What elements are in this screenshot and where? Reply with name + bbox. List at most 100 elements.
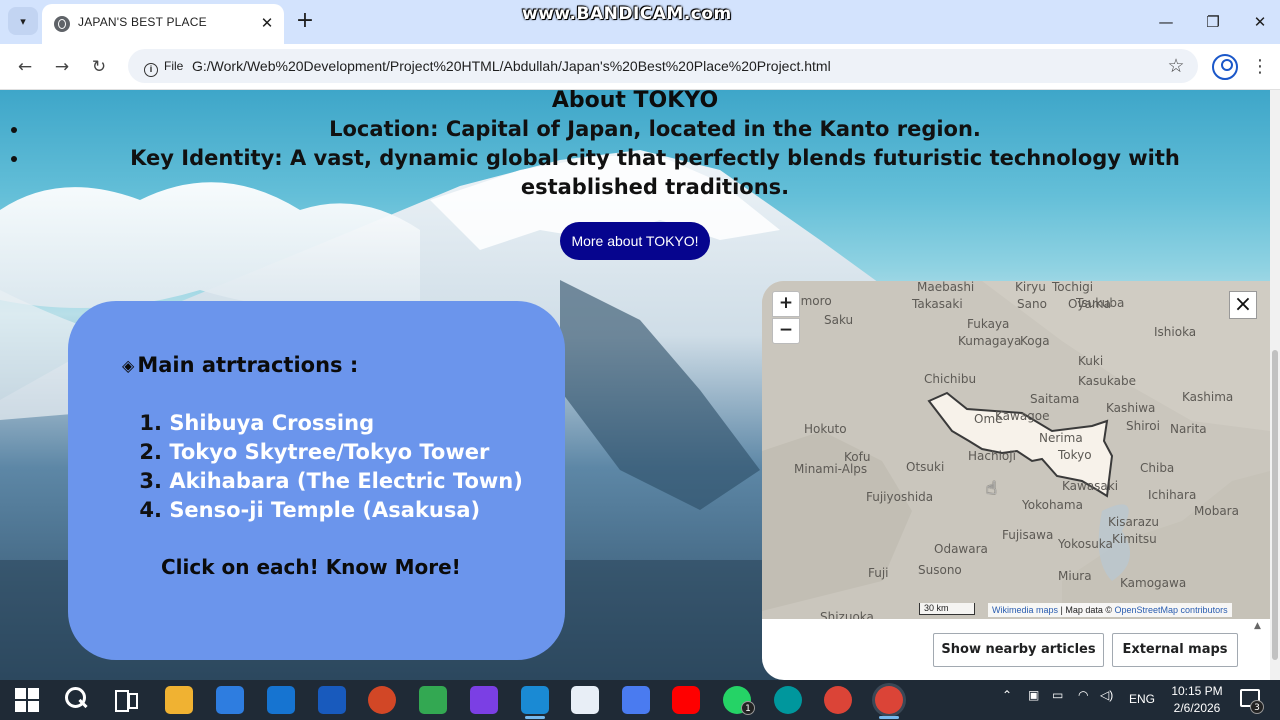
map-place-label: Kamogawa (1120, 576, 1186, 590)
map-place-label: Takasaki (911, 297, 963, 311)
powerpoint-icon[interactable] (368, 686, 396, 714)
map-place-label: Shiroi (1126, 419, 1160, 433)
battery-icon[interactable]: ▭ (1052, 688, 1063, 702)
restore-icon[interactable]: ❐ (1197, 8, 1229, 36)
attraction-link-sensoji[interactable]: Senso-ji Temple (Asakusa) (169, 496, 480, 525)
excel-like-icon[interactable] (419, 686, 447, 714)
map-place-label: Kawasaki (1062, 479, 1118, 493)
site-info-chip[interactable]: i File (136, 54, 191, 78)
page-scrollbar[interactable] (1270, 90, 1280, 680)
forward-icon[interactable]: → (48, 53, 76, 81)
scrollbar-thumb[interactable] (1272, 350, 1278, 660)
window-close-icon[interactable]: ✕ (1244, 8, 1276, 36)
notification-badge: 3 (1250, 700, 1264, 714)
arduino-icon[interactable] (774, 686, 802, 714)
usb-icon[interactable]: ▣ (1028, 688, 1039, 702)
task-view-icon[interactable] (113, 688, 138, 712)
item-number: 2. (139, 440, 162, 464)
map-place-label: Kashiwa (1106, 401, 1155, 415)
map-place-label: Kiryu (1015, 281, 1046, 294)
profile-icon[interactable] (1212, 54, 1238, 80)
active-indicator (525, 716, 545, 719)
attraction-link-skytree[interactable]: Tokyo Skytree/Tokyo Tower (169, 438, 489, 467)
map-place-label: Odawara (934, 542, 988, 556)
outlook-icon[interactable] (267, 686, 295, 714)
show-nearby-articles-button[interactable]: Show nearby articles (933, 633, 1104, 667)
map-place-label: Sano (1017, 297, 1047, 311)
url-text[interactable]: G:/Work/Web%20Development/Project%20HTML… (192, 58, 831, 74)
chrome-active-icon[interactable] (875, 686, 903, 714)
visual-studio-icon[interactable] (470, 686, 498, 714)
map-place-label: Susono (918, 563, 962, 577)
file-explorer-icon[interactable] (165, 686, 193, 714)
tray-chevron-icon[interactable]: ⌃ (1002, 688, 1012, 702)
tab-title: JAPAN'S BEST PLACE (78, 15, 207, 29)
clock-date: 2/6/2026 (1173, 701, 1221, 715)
back-icon[interactable]: ← (11, 53, 39, 81)
list-item[interactable]: 3. Akihabara (The Electric Town) (134, 467, 523, 496)
image-app-icon[interactable] (571, 686, 599, 714)
chrome-icon[interactable] (824, 686, 852, 714)
wifi-icon[interactable]: ◠ (1078, 688, 1088, 702)
active-tab[interactable]: JAPAN'S BEST PLACE ✕ (42, 4, 284, 44)
map-close-button[interactable]: × (1229, 291, 1257, 319)
list-item[interactable]: 2. Tokyo Skytree/Tokyo Tower (134, 438, 523, 467)
bullet-label: Key Identity: (130, 146, 283, 170)
language-indicator[interactable]: ENG (1129, 692, 1155, 706)
map-scale: 30 km (919, 603, 975, 615)
item-number: 3. (139, 469, 162, 493)
list-item: Location: Capital of Japan, located in t… (30, 115, 1250, 144)
map-place-label: Kumagaya (958, 334, 1021, 348)
attraction-link-shibuya[interactable]: Shibuya Crossing (169, 409, 374, 438)
attractions-cta: Click on each! Know More! (161, 555, 461, 579)
bookmark-star-icon[interactable]: ☆ (1164, 54, 1188, 78)
minimize-icon[interactable]: — (1150, 8, 1182, 36)
address-bar[interactable]: i File G:/Work/Web%20Development/Project%… (128, 49, 1198, 83)
map-place-label: Maebashi (917, 281, 974, 294)
diamond-icon: ◈ (122, 356, 135, 375)
list-item[interactable]: 4. Senso-ji Temple (Asakusa) (134, 496, 523, 525)
map-place-label: Kasukabe (1078, 374, 1136, 388)
map-place-label: Kisarazu (1108, 515, 1159, 529)
volume-icon[interactable]: ◁) (1100, 688, 1113, 702)
copilot-icon[interactable] (622, 686, 650, 714)
file-chip-label: File (164, 59, 184, 73)
windows-taskbar: 1 ⌃ ▣ ▭ ◠ ◁) ENG 10:15 PM 2/6/2026 3 (0, 680, 1280, 720)
taskbar-clock[interactable]: 10:15 PM 2/6/2026 (1168, 683, 1226, 717)
search-icon[interactable] (62, 685, 90, 713)
youtube-icon[interactable] (672, 686, 700, 714)
new-tab-plus-icon[interactable]: + (294, 9, 316, 33)
map-place-label: Yokosuka (1057, 537, 1113, 551)
start-icon[interactable] (15, 688, 39, 712)
attractions-card: ◈ Main atrtractions : 1. Shibuya Crossing… (68, 301, 565, 660)
attribution-text: | Map data © (1058, 605, 1115, 615)
map-place-label: Koga (1020, 334, 1050, 348)
more-about-tokyo-button[interactable]: More about TOKYO! (560, 222, 710, 260)
osm-contributors-link[interactable]: OpenStreetMap contributors (1115, 605, 1228, 615)
map-place-label: Hokuto (804, 422, 847, 436)
attractions-list: 1. Shibuya Crossing 2. Tokyo Skytree/Tok… (134, 409, 523, 525)
map-canvas[interactable]: Komoro Maebashi Takasaki Saku Kiryu Tochigi Sa… (762, 281, 1270, 619)
vscode-icon[interactable] (521, 686, 549, 714)
whatsapp-badge: 1 (741, 701, 755, 715)
map-place-label: Hachioji (968, 449, 1016, 463)
tab-close-icon[interactable]: ✕ (256, 12, 278, 34)
external-maps-button[interactable]: External maps (1112, 633, 1238, 667)
map-zoom-in-button[interactable]: + (772, 291, 800, 317)
wikimedia-maps-link[interactable]: Wikimedia maps (992, 605, 1058, 615)
map-place-label: Otsuki (906, 460, 944, 474)
reload-icon[interactable]: ↻ (85, 53, 113, 81)
store-icon[interactable] (216, 686, 244, 714)
attraction-link-akihabara[interactable]: Akihabara (The Electric Town) (169, 467, 523, 496)
map-place-label: Shizuoka (820, 610, 874, 619)
attractions-heading-text: Main atrtractions : (137, 353, 359, 377)
list-item[interactable]: 1. Shibuya Crossing (134, 409, 523, 438)
map-place-label: Nerima (1039, 431, 1083, 445)
menu-icon[interactable]: ⋮ (1250, 53, 1270, 81)
tab-search-icon[interactable]: ▾ (8, 7, 38, 35)
word-icon[interactable] (318, 686, 346, 714)
map-zoom-out-button[interactable]: − (772, 318, 800, 344)
map-place-label: Fujisawa (1002, 528, 1053, 542)
map-place-label: Saku (824, 313, 853, 327)
popup-scroll-up-icon[interactable]: ▲ (1254, 621, 1261, 631)
